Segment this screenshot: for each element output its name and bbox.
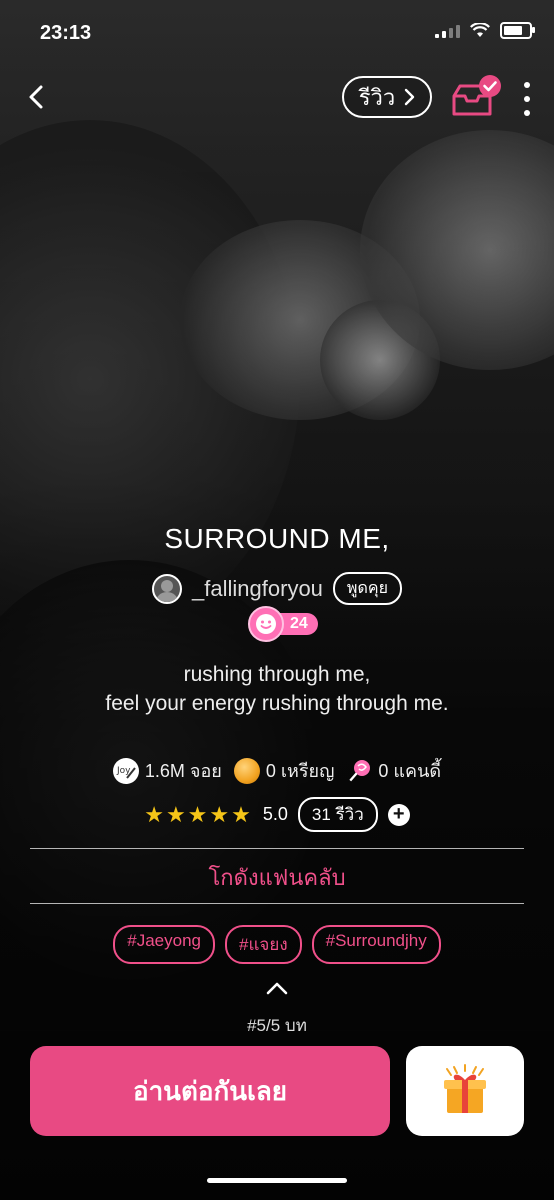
divider-top <box>30 848 524 849</box>
rating-row: ★★★★★ 5.0 31 รีวิว + <box>0 797 554 832</box>
tag-list: #Jaeyong #แจยง #Surroundjhy <box>0 925 554 964</box>
chapter-indicator: #5/5 บท <box>247 1016 307 1035</box>
battery-icon <box>500 22 535 39</box>
tag-chip[interactable]: #แจยง <box>224 925 302 964</box>
back-arrow-icon[interactable] <box>22 82 52 112</box>
status-icons <box>435 22 535 39</box>
story-description: rushing through me, feel your energy rus… <box>0 660 554 718</box>
author-level-badge: 24 <box>248 606 318 642</box>
coins-count: 0 เหรียญ <box>265 761 335 781</box>
fanclub-link[interactable]: โกดังแฟนคลับ <box>0 860 554 895</box>
candy-stat: 0 แคนดี้ <box>346 756 441 785</box>
views-count: 1.6M จอย <box>144 761 222 781</box>
tag-chip[interactable]: #Surroundjhy <box>311 925 441 964</box>
signal-icon <box>435 24 460 38</box>
home-indicator <box>207 1178 347 1183</box>
chevron-right-icon <box>405 88 415 106</box>
story-title: SURROUND ME, <box>164 523 390 554</box>
chevron-up-icon[interactable] <box>265 980 289 996</box>
add-review-icon[interactable]: + <box>387 803 410 826</box>
continue-reading-label: อ่านต่อกันเลย <box>132 1075 288 1106</box>
continue-reading-button[interactable]: อ่านต่อกันเลย <box>30 1046 390 1136</box>
rating-stars: ★★★★★ <box>144 801 253 827</box>
bookshelf-added-icon[interactable] <box>450 74 502 122</box>
author-name[interactable]: _fallingforyou <box>192 576 323 602</box>
smiley-face-icon <box>248 606 284 642</box>
review-button-label: รีวิว <box>358 84 396 110</box>
gift-button[interactable] <box>406 1046 524 1136</box>
views-stat: Joy 1.6M จอย <box>112 756 222 785</box>
description-line-2: feel your energy rushing through me. <box>105 692 449 715</box>
review-button[interactable]: รีวิว <box>342 76 432 118</box>
joy-icon: Joy <box>112 757 139 784</box>
gift-box-icon <box>444 1064 486 1113</box>
candy-count: 0 แคนดี้ <box>378 761 442 781</box>
stats-row: Joy 1.6M จอย 0 เหรียญ 0 แคนดี้ <box>0 756 554 785</box>
more-options-icon[interactable] <box>520 82 534 116</box>
lollipop-icon <box>348 759 371 783</box>
review-count-button[interactable]: 31 รีวิว <box>297 797 378 832</box>
description-line-1: rushing through me, <box>183 663 371 686</box>
rating-score: 5.0 <box>262 804 288 824</box>
tag-chip[interactable]: #Jaeyong <box>113 925 215 964</box>
wifi-icon <box>470 23 490 37</box>
coins-stat: 0 เหรียญ <box>233 756 335 785</box>
author-avatar[interactable] <box>152 573 183 604</box>
author-row: _fallingforyou พูดคุย <box>0 572 554 605</box>
chat-button[interactable]: พูดคุย <box>332 572 402 605</box>
coin-icon <box>233 757 260 784</box>
status-time: 23:13 <box>40 22 92 44</box>
divider-bottom <box>30 903 524 904</box>
